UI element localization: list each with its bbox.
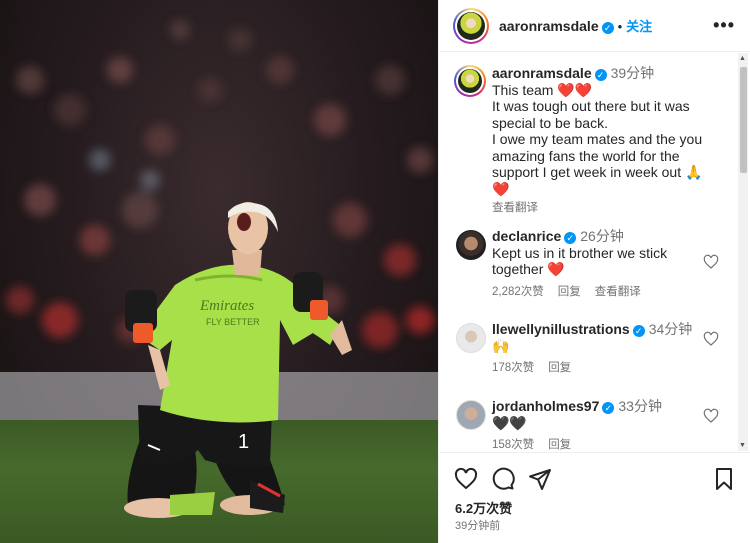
share-icon[interactable] (528, 467, 552, 491)
comment-time: 33分钟 (618, 398, 662, 414)
commenter-avatar[interactable] (456, 323, 486, 353)
reply-button[interactable]: 回复 (548, 362, 571, 374)
caption-line: I owe my team mates and the you amazing … (492, 131, 703, 180)
verified-badge-icon: ✓ (564, 232, 577, 244)
caption-line: ❤️ (492, 180, 510, 197)
separator-dot: • (617, 19, 623, 34)
goalkeeper-celebrating: Emirates FLY BETTER 1 (124, 202, 352, 518)
post-like-count[interactable]: 6.2万次赞 (455, 498, 512, 517)
post-actions: 6.2万次赞 39分钟前 (439, 452, 750, 543)
comment-username[interactable]: jordanholmes97 (492, 398, 599, 414)
commenter-avatar[interactable] (456, 400, 486, 430)
jersey-sponsor-text: Emirates (199, 298, 254, 314)
comment-like-count[interactable]: 178次赞 (492, 362, 534, 374)
scrollbar-thumb[interactable] (740, 67, 747, 173)
comment-like-count[interactable]: 158次赞 (492, 439, 534, 451)
reply-button[interactable]: 回复 (558, 286, 581, 298)
scroll-up-arrow-icon[interactable]: ▲ (739, 55, 746, 62)
heart-icon[interactable] (454, 467, 478, 491)
comment-username[interactable]: declanrice (492, 228, 561, 244)
comment-text: 🙌 (492, 337, 510, 354)
post-side-panel: aaronramsdale ✓ • 关注 ••• aaronramsdale ✓ 39分钟… (438, 0, 750, 543)
comment-icon[interactable] (491, 467, 515, 491)
post-photo[interactable]: Emirates FLY BETTER 1 (0, 0, 438, 543)
commenter-avatar[interactable] (456, 230, 486, 260)
scroll-down-arrow-icon[interactable]: ▼ (739, 442, 746, 449)
comment-like-count[interactable]: 2,282次赞 (492, 286, 544, 298)
heart-icon[interactable] (703, 331, 719, 347)
comment-time: 26分钟 (580, 228, 624, 244)
caption-line: It was tough out there but it was specia… (492, 98, 690, 131)
caption-time: 39分钟 (610, 65, 655, 81)
jersey-slogan-text: FLY BETTER (206, 317, 260, 327)
comment-username[interactable]: llewellynillustrations (492, 321, 630, 337)
more-options-icon[interactable]: ••• (713, 15, 735, 36)
heart-icon[interactable] (703, 254, 719, 270)
post-timestamp[interactable]: 39分钟前 (455, 517, 500, 533)
see-translation-link[interactable]: 查看翻译 (492, 202, 538, 214)
verified-badge-icon: ✓ (632, 325, 645, 337)
verified-badge-icon: ✓ (594, 69, 607, 81)
comment-text: 🖤🖤 (492, 414, 527, 431)
see-translation-link[interactable]: 查看翻译 (595, 286, 641, 298)
reply-button[interactable]: 回复 (548, 439, 571, 451)
caption-avatar[interactable] (454, 65, 486, 97)
caption-line: This team ❤️❤️ (492, 81, 593, 98)
author-avatar[interactable] (453, 8, 489, 44)
follow-button[interactable]: 关注 (626, 19, 652, 34)
shirt-number: 1 (238, 431, 249, 453)
comments-scrollbar[interactable]: ▲ ▼ (738, 53, 748, 451)
caption-username[interactable]: aaronramsdale (492, 65, 592, 81)
verified-badge-icon: ✓ (601, 22, 614, 34)
bookmark-icon[interactable] (712, 467, 736, 491)
post-header: aaronramsdale ✓ • 关注 ••• (439, 0, 750, 52)
heart-icon[interactable] (703, 408, 719, 424)
comments-list[interactable]: aaronramsdale ✓ 39分钟 This team ❤️❤️ It was… (439, 53, 750, 451)
author-username[interactable]: aaronramsdale (499, 18, 599, 34)
comment-text: Kept us in it brother we stick together … (492, 244, 668, 278)
verified-badge-icon: ✓ (602, 402, 615, 414)
comment-time: 34分钟 (648, 321, 693, 337)
